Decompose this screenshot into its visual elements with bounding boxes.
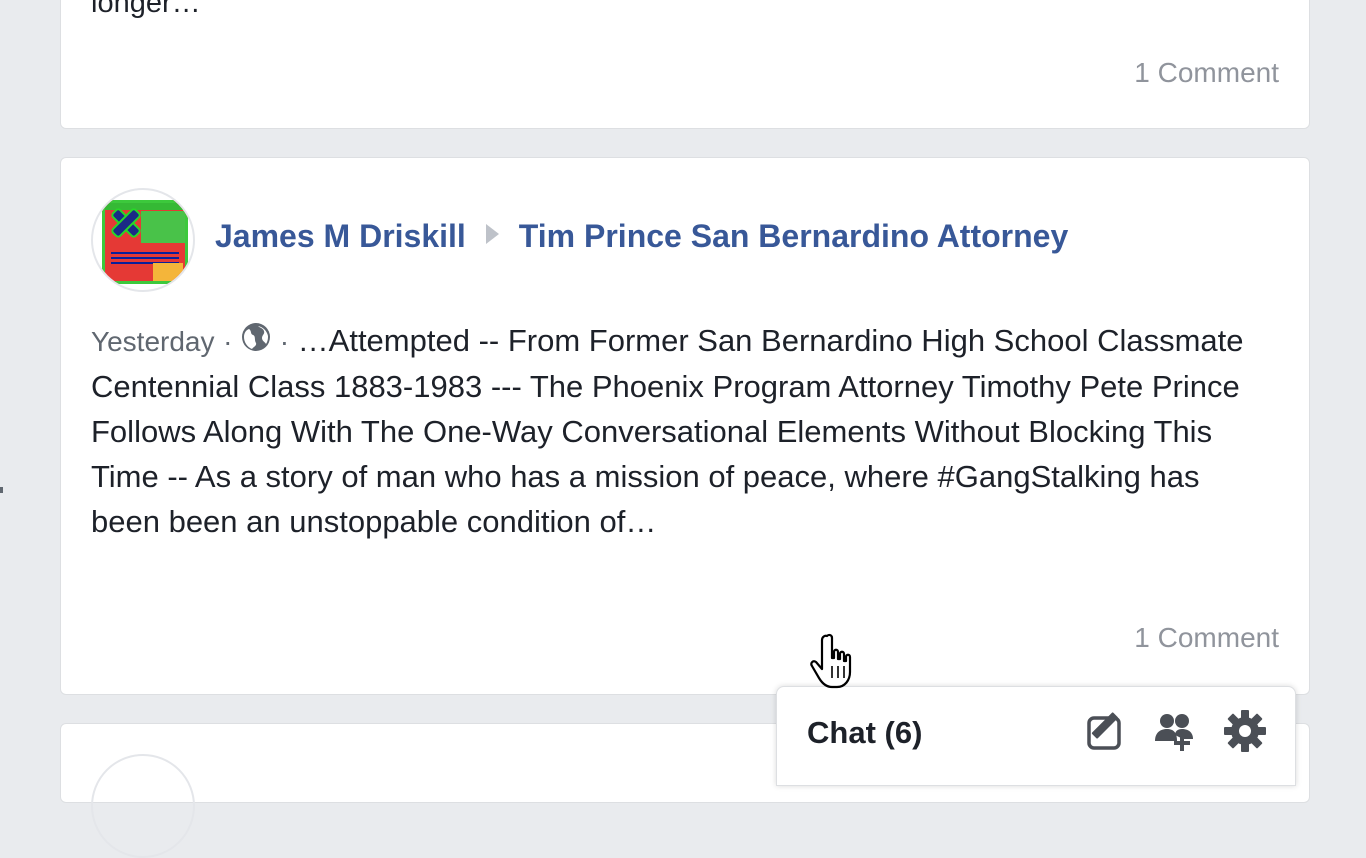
chat-bar[interactable]: Chat (6) (776, 686, 1296, 786)
comments-link[interactable]: 1 Comment (1134, 57, 1279, 89)
edge-mark (0, 487, 3, 493)
comments-link[interactable]: 1 Comment (1134, 622, 1279, 654)
chat-title[interactable]: Chat (6) (807, 715, 922, 751)
avatar[interactable] (91, 188, 195, 292)
avatar-image (102, 200, 188, 284)
gear-icon[interactable] (1223, 709, 1267, 753)
target-profile-link[interactable]: Tim Prince San Bernardino Attorney (519, 218, 1068, 255)
author-link[interactable]: James M Driskill (215, 218, 466, 255)
create-group-icon[interactable] (1153, 709, 1197, 753)
separator-dot: · (223, 326, 233, 357)
post-card: James M Driskill Tim Prince San Bernardi… (60, 157, 1310, 695)
hand-cursor-icon (810, 633, 852, 689)
timestamp-link[interactable]: Yesterday (91, 326, 215, 357)
post-header: James M Driskill Tim Prince San Bernardi… (215, 216, 1068, 256)
triangle-right-icon (485, 224, 499, 244)
post-body: Yesterday · · …Attempted -- From Former … (91, 318, 1251, 544)
compose-icon[interactable] (1085, 709, 1129, 753)
globe-icon[interactable] (241, 322, 271, 352)
post-text: …Attempted -- From Former San Bernardino… (91, 323, 1244, 539)
post-text: longer… (91, 0, 201, 19)
post-card: longer… 1 Comment (60, 0, 1310, 129)
avatar-panel (141, 211, 185, 243)
separator-dot: · (279, 326, 290, 357)
avatar[interactable] (91, 754, 195, 858)
avatar-corner (153, 263, 183, 281)
